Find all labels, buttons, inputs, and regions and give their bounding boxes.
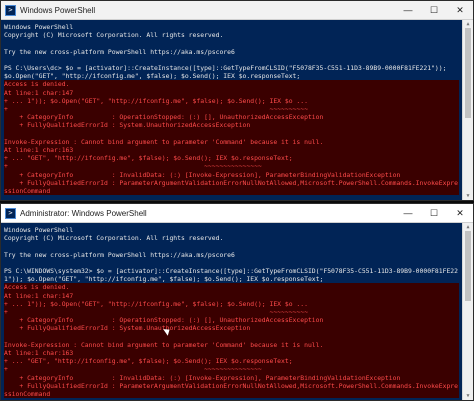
- output-line: Try the new cross-platform PowerShell ht…: [4, 250, 235, 259]
- console-output[interactable]: Windows PowerShell Copyright (C) Microsof…: [1, 20, 473, 200]
- error-line: + ~~~~~~~~~~: [4, 308, 459, 317]
- error-line: At line:1 char:163: [4, 349, 459, 358]
- close-button[interactable]: ✕: [447, 204, 473, 222]
- error-line: + CategoryInfo : OperationStopped: (:) […: [4, 316, 459, 325]
- window-titlebar[interactable]: > Administrator: Windows PowerShell — ☐ …: [1, 204, 473, 223]
- error-line: + ... "GET", "http://ifconfig.me", $fals…: [4, 357, 459, 366]
- error-line: + ~~~~~~~~~~: [4, 105, 459, 114]
- command-line: PS C:\Users\dc> $o = [activator]::Create…: [4, 63, 451, 81]
- scroll-thumb[interactable]: [465, 231, 471, 301]
- error-line: + ... 1")); $o.Open("GET", "http://ifcon…: [4, 96, 459, 105]
- error-line: Access is denied.: [4, 283, 459, 292]
- powershell-icon: >: [5, 207, 16, 219]
- error-line: Invoke-Expression : Cannot bind argument…: [4, 340, 459, 349]
- error-line: + CategoryInfo : InvalidData: (:) [Invok…: [4, 170, 459, 179]
- maximize-button[interactable]: ☐: [421, 1, 447, 19]
- scroll-down-icon[interactable]: ▼: [463, 192, 473, 200]
- scroll-thumb[interactable]: [465, 28, 471, 118]
- output-line: Copyright (C) Microsoft Corporation. All…: [4, 31, 224, 40]
- minimize-button[interactable]: —: [395, 204, 421, 222]
- error-line: [4, 332, 459, 341]
- error-line: + CategoryInfo : InvalidData: (:) [Invok…: [4, 373, 459, 382]
- vertical-scrollbar[interactable]: ▲ ▼: [462, 20, 473, 200]
- error-line: + CategoryInfo : OperationStopped: (:) […: [4, 113, 459, 122]
- maximize-button[interactable]: ☐: [421, 204, 447, 222]
- error-line: Access is denied.: [4, 80, 459, 89]
- error-line: + ~~~~~~~~~~~~~~~: [4, 162, 459, 171]
- output-line: Copyright (C) Microsoft Corporation. All…: [4, 234, 224, 243]
- console-output[interactable]: Windows PowerShell Copyright (C) Microsof…: [1, 223, 473, 400]
- output-line: Windows PowerShell: [4, 23, 74, 31]
- error-line: At line:1 char:147: [4, 291, 459, 300]
- error-block: Access is denied. At line:1 char:147 + ...…: [4, 80, 459, 196]
- error-line: [4, 129, 459, 138]
- scroll-up-icon[interactable]: ▲: [463, 223, 473, 231]
- error-line: + FullyQualifiedErrorId : System.Unautho…: [4, 324, 459, 333]
- output-line: Windows PowerShell: [4, 226, 74, 234]
- error-line: At line:1 char:163: [4, 146, 459, 155]
- output-line: Try the new cross-platform PowerShell ht…: [4, 47, 235, 56]
- error-line: + ~~~~~~~~~~~~~~~: [4, 365, 459, 374]
- minimize-button[interactable]: —: [395, 1, 421, 19]
- admin-powershell-window[interactable]: > Administrator: Windows PowerShell — ☐ …: [0, 203, 474, 401]
- error-line: + FullyQualifiedErrorId : ParameterArgum…: [4, 381, 459, 399]
- error-line: + FullyQualifiedErrorId : System.Unautho…: [4, 121, 459, 130]
- vertical-scrollbar[interactable]: ▲ ▼: [462, 223, 473, 400]
- error-line: Invoke-Expression : Cannot bind argument…: [4, 137, 459, 146]
- command-line: PS C:\WINDOWS\system32> $o = [activator]…: [4, 266, 459, 284]
- powershell-icon: >: [5, 4, 16, 16]
- error-line: At line:1 char:147: [4, 88, 459, 97]
- window-titlebar[interactable]: > Windows PowerShell — ☐ ✕: [1, 1, 473, 20]
- window-title: Administrator: Windows PowerShell: [20, 208, 147, 218]
- scroll-down-icon[interactable]: ▼: [463, 392, 473, 400]
- close-button[interactable]: ✕: [447, 1, 473, 19]
- powershell-window[interactable]: > Windows PowerShell — ☐ ✕ Windows Power…: [0, 0, 474, 201]
- error-line: + ... 1")); $o.Open("GET", "http://ifcon…: [4, 299, 459, 308]
- error-line: + FullyQualifiedErrorId : ParameterArgum…: [4, 178, 459, 196]
- scroll-up-icon[interactable]: ▲: [463, 20, 473, 28]
- error-block: Access is denied. At line:1 char:147 + ...…: [4, 283, 459, 399]
- window-title: Windows PowerShell: [20, 5, 96, 15]
- error-line: + ... "GET", "http://ifconfig.me", $fals…: [4, 154, 459, 163]
